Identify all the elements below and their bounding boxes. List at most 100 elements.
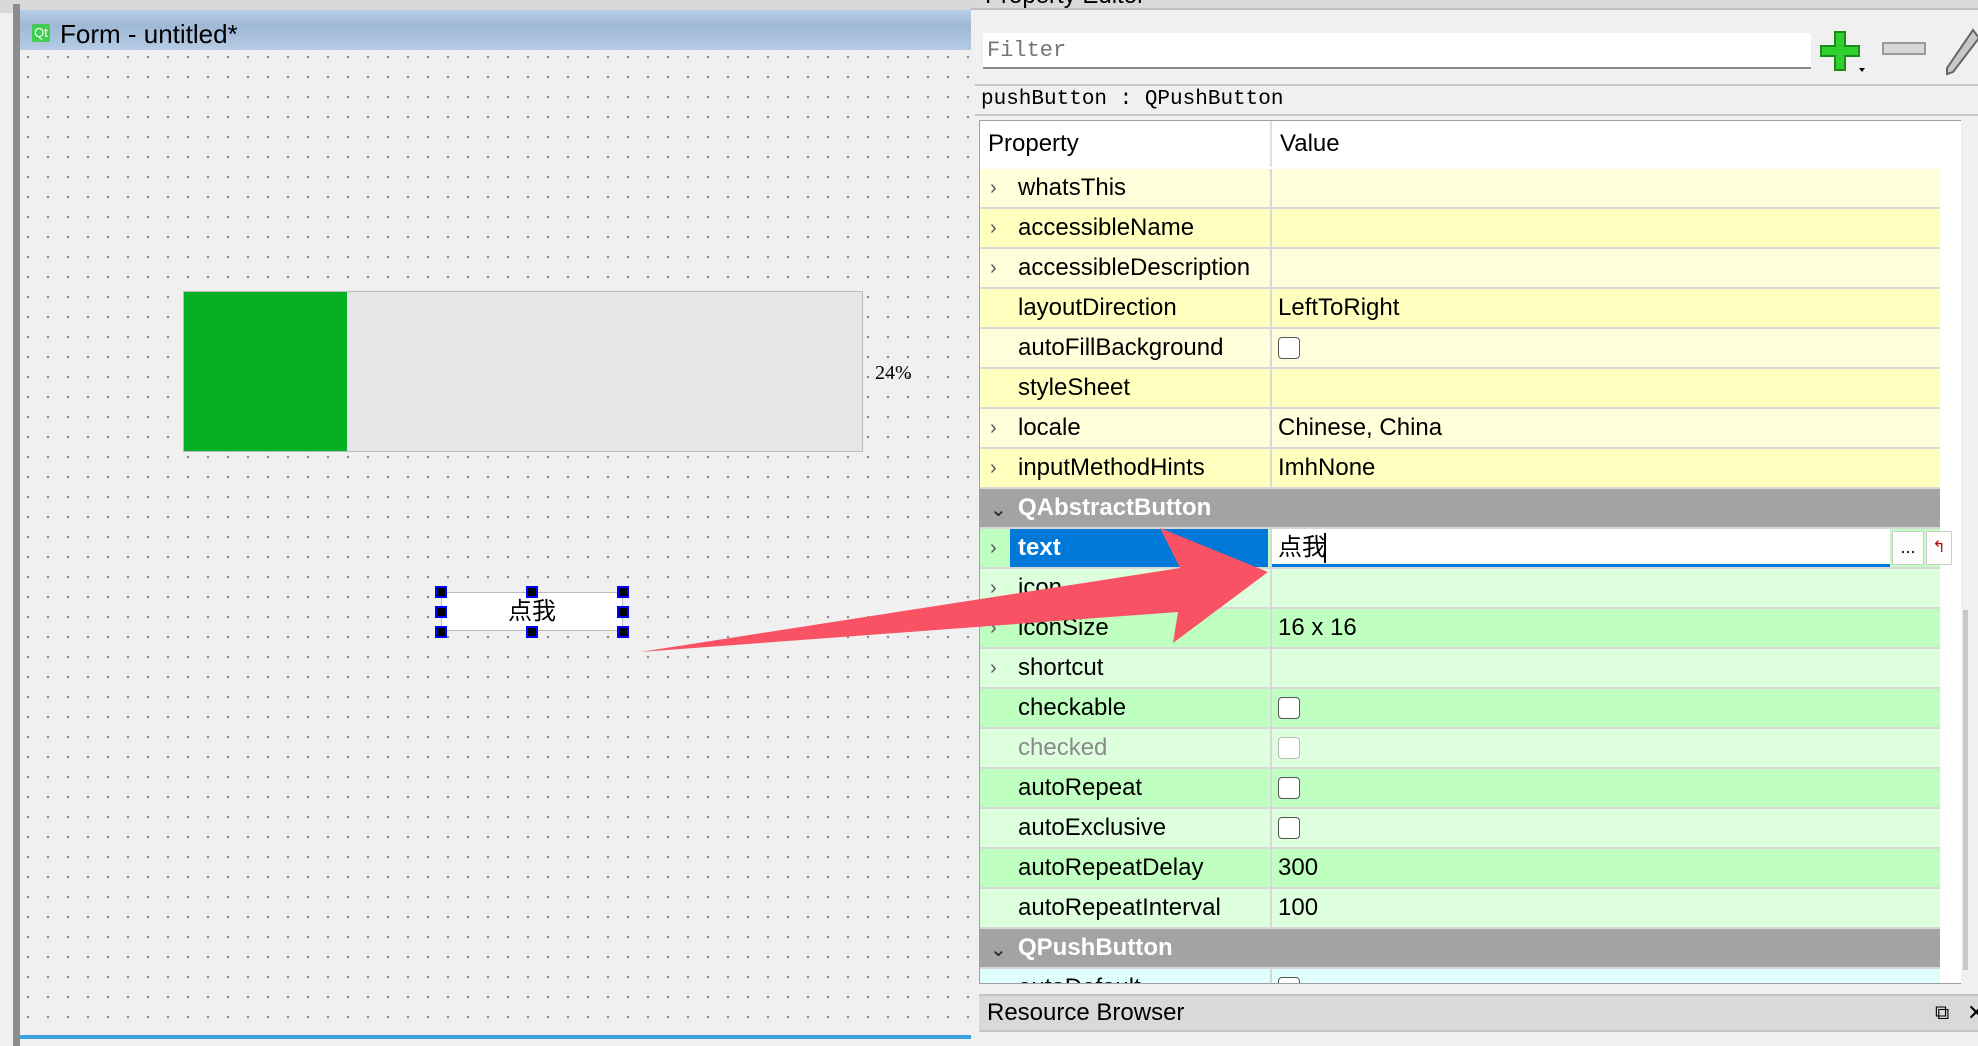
form-title-bar[interactable]: Qt Form - untitled* [20,10,971,50]
float-dock-icon[interactable]: ⧉ [1935,996,1949,1030]
chevron-down-icon[interactable]: ⌄ [990,937,1007,962]
property-row-accessibleDescription[interactable]: › accessibleDescription [980,249,1940,289]
resize-handle[interactable] [435,626,447,638]
resize-handle[interactable] [526,626,538,638]
property-row-inputMethodHints[interactable]: › inputMethodHints ImhNone [980,449,1940,489]
property-checkbox[interactable] [1278,777,1300,799]
form-canvas[interactable] [20,50,971,1035]
property-row-autoRepeatDelay[interactable]: autoRepeatDelay 300 [980,849,1940,889]
progress-bar[interactable] [183,291,863,452]
resize-handle[interactable] [617,586,629,598]
chevron-right-icon[interactable]: › [990,217,997,240]
progress-bar-fill [184,292,347,451]
group-label: QAbstractButton [1018,494,1212,521]
property-name: inputMethodHints [1018,454,1205,481]
column-header-property[interactable]: Property [980,121,1079,167]
property-table-scrollbar[interactable] [1961,120,1971,984]
reset-property-icon[interactable]: ↰ [1926,531,1952,565]
property-group-qpushbutton[interactable]: ⌄ QPushButton [980,929,1940,969]
column-divider [1270,609,1272,649]
property-value[interactable]: Chinese, China [1278,409,1442,447]
column-divider [1270,809,1272,849]
column-divider [1270,689,1272,729]
filter-input[interactable] [983,33,1811,69]
chevron-right-icon[interactable]: › [990,657,997,680]
chevron-right-icon[interactable]: › [990,617,997,640]
property-value[interactable]: 100 [1278,889,1318,927]
column-divider [1270,169,1272,209]
resource-browser-label: Resource Browser [987,999,1185,1026]
resource-browser-title[interactable]: Resource Browser ⧉ ✕ [979,994,1978,1032]
chevron-right-icon[interactable]: › [990,457,997,480]
property-row-autoRepeat[interactable]: autoRepeat [980,769,1940,809]
property-row-styleSheet[interactable]: styleSheet [980,369,1940,409]
property-group-qabstractbutton[interactable]: ⌄ QAbstractButton [980,489,1940,529]
property-row-autoFillBackground[interactable]: autoFillBackground [980,329,1940,369]
column-divider [1270,449,1272,489]
configure-wrench-icon[interactable] [1939,28,1978,76]
property-checkbox[interactable] [1278,337,1300,359]
column-divider [1270,969,1272,983]
text-value-input[interactable]: 点我 [1278,529,1326,567]
property-checkbox[interactable] [1278,697,1300,719]
property-name: autoRepeatDelay [1018,854,1204,881]
column-divider [1270,569,1272,609]
property-row-autoExclusive[interactable]: autoExclusive [980,809,1940,849]
property-name: styleSheet [1018,374,1131,401]
property-name: text [1010,529,1268,567]
property-row-autoRepeatInterval[interactable]: autoRepeatInterval 100 [980,889,1940,929]
property-row-checked[interactable]: checked [980,729,1940,769]
property-name: autoFillBackground [1018,334,1224,361]
add-dynamic-property-icon[interactable] [1819,28,1867,76]
resize-handle[interactable] [435,606,447,618]
property-row-locale[interactable]: › locale Chinese, China [980,409,1940,449]
property-row-whatsThis[interactable]: › whatsThis [980,169,1940,209]
chevron-right-icon[interactable]: › [990,257,997,280]
chevron-right-icon[interactable]: › [990,537,997,560]
property-name: shortcut [1018,654,1104,681]
property-checkbox[interactable] [1278,817,1300,839]
resize-handle[interactable] [617,626,629,638]
property-row-layoutDirection[interactable]: layoutDirection LeftToRight [980,289,1940,329]
column-divider [1270,649,1272,689]
resize-handle[interactable] [526,586,538,598]
close-dock-icon[interactable]: ✕ [1967,996,1978,1030]
property-checkbox[interactable] [1278,977,1300,983]
property-value[interactable]: 300 [1278,849,1318,887]
column-divider [1270,209,1272,249]
edit-more-button[interactable]: ... [1892,531,1924,565]
property-value[interactable]: LeftToRight [1278,289,1399,327]
column-divider [1270,729,1272,769]
form-title: Form - untitled* [60,19,238,49]
property-name: iconSize [1018,614,1109,641]
table-header: Property Value [980,121,1940,167]
property-name: layoutDirection [1018,294,1177,321]
text-cursor [1324,533,1326,563]
property-row-iconSize[interactable]: › iconSize 16 x 16 [980,609,1940,649]
property-row-shortcut[interactable]: › shortcut [980,649,1940,689]
column-divider [1270,249,1272,289]
chevron-right-icon[interactable]: › [990,177,997,200]
column-divider [1270,329,1272,369]
chevron-right-icon[interactable]: › [990,417,997,440]
property-editor-title: Property Editor [971,0,1978,10]
remove-property-icon[interactable] [1882,42,1927,56]
resize-handle[interactable] [435,586,447,598]
resize-handle[interactable] [617,606,629,618]
column-divider [1270,849,1272,889]
property-name: autoRepeatInterval [1018,894,1221,921]
property-row-text[interactable]: › text 点我... ↰ [980,529,1952,569]
scrollbar-thumb[interactable] [1963,610,1968,970]
property-editor-panel: Property Editor pushButton : QPushButton… [971,0,1978,1046]
property-row-autoDefault[interactable]: autoDefault [980,969,1940,983]
property-row-icon[interactable]: › icon [980,569,1940,609]
column-header-value[interactable]: Value [1270,121,1340,167]
chevron-right-icon[interactable]: › [990,577,997,600]
property-value[interactable]: 16 x 16 [1278,609,1357,647]
property-row-checkable[interactable]: checkable [980,689,1940,729]
property-value[interactable]: ImhNone [1278,449,1375,487]
text-value-editor[interactable]: 点我 [1272,529,1890,567]
chevron-down-icon[interactable]: ⌄ [990,497,1007,522]
property-row-accessibleName[interactable]: › accessibleName [980,209,1940,249]
property-name: locale [1018,414,1081,441]
